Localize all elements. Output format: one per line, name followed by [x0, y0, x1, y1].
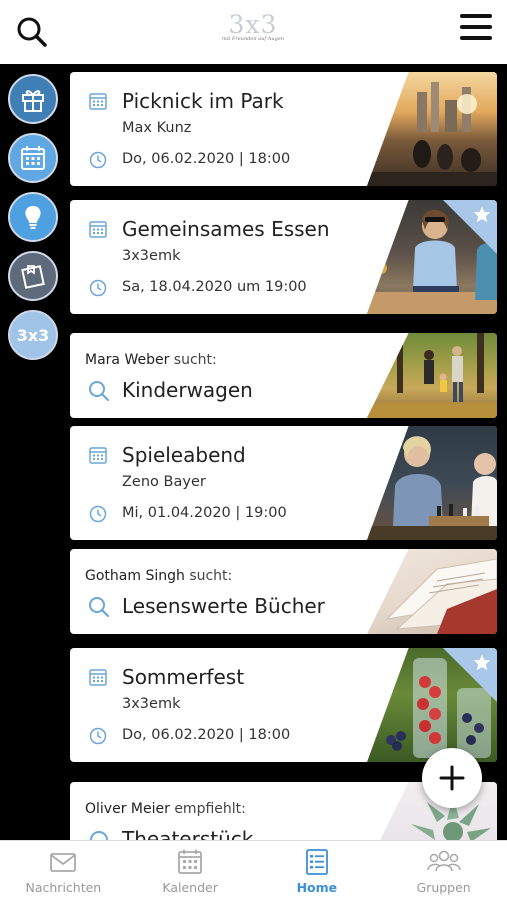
request-author-line: Gotham Singh sucht: — [85, 568, 232, 584]
request-author[interactable]: Mara Weber — [85, 352, 169, 368]
request-author[interactable]: Gotham Singh — [85, 568, 185, 584]
side-nav-notes[interactable] — [8, 251, 58, 301]
event-organizer: 3x3emk — [122, 248, 181, 264]
tab-home[interactable]: Home — [254, 841, 381, 900]
request-author[interactable]: Oliver Meier — [85, 801, 170, 817]
event-card-sommerfest[interactable]: Sommerfest 3x3emk Do, 06.02.2020 | 18:00 — [70, 648, 497, 762]
side-nav-3x3-label: 3x3 — [16, 325, 50, 345]
lightbulb-icon — [25, 206, 41, 229]
event-date: Do, 06.02.2020 | 18:00 — [122, 727, 291, 743]
calendar-icon — [89, 669, 107, 686]
event-title: Picknick im Park — [122, 89, 284, 113]
clock-icon — [89, 279, 107, 297]
request-verb: sucht: — [189, 568, 233, 584]
request-author-line: Oliver Meier empfiehlt: — [85, 801, 246, 817]
event-title: Gemeinsames Essen — [122, 217, 330, 241]
menu-bar — [460, 14, 492, 18]
event-organizer: 3x3emk — [122, 696, 181, 712]
search-icon — [89, 597, 110, 618]
tab-kalender[interactable]: Kalender — [127, 841, 254, 900]
bottom-tab-bar: Nachrichten Kalender Home Gruppen — [0, 840, 507, 900]
group-icon — [426, 850, 461, 872]
plus-icon — [439, 765, 465, 791]
logo-text: 3x3 — [228, 10, 278, 39]
gift-icon — [22, 90, 44, 112]
list-icon — [305, 849, 328, 875]
event-photo-chess — [367, 426, 497, 540]
clock-icon — [89, 727, 107, 745]
menu-bar — [460, 25, 492, 29]
recommend-icon — [90, 831, 108, 840]
request-item: Lesenswerte Bücher — [122, 594, 325, 618]
event-date: Sa, 18.04.2020 um 19:00 — [122, 279, 307, 295]
event-date: Mi, 01.04.2020 | 19:00 — [122, 505, 287, 521]
event-photo-park — [367, 72, 497, 186]
book-pages-scene — [385, 558, 497, 634]
add-button[interactable] — [422, 748, 482, 808]
home-feed[interactable]: Picknick im Park Max Kunz Do, 06.02.2020… — [70, 64, 498, 840]
menu-bar — [460, 36, 492, 40]
tab-label: Gruppen — [416, 880, 471, 895]
side-nav-ideas[interactable] — [8, 192, 58, 242]
side-nav-3x3[interactable]: 3x3 — [8, 310, 58, 360]
tab-label: Home — [296, 880, 338, 895]
family-walk-scene — [367, 333, 497, 418]
tab-label: Nachrichten — [25, 880, 102, 895]
envelope-icon — [50, 853, 77, 872]
event-card-picknick[interactable]: Picknick im Park Max Kunz Do, 06.02.2020… — [70, 72, 497, 186]
event-title: Spieleabend — [122, 443, 246, 467]
search-button[interactable] — [14, 14, 50, 50]
calendar-icon — [178, 849, 203, 874]
park-scene — [367, 82, 497, 186]
event-card-spieleabend[interactable]: Spieleabend Zeno Bayer Mi, 01.04.2020 | … — [70, 426, 497, 540]
event-organizer: Max Kunz — [122, 120, 192, 136]
search-icon — [17, 17, 47, 47]
calendar-icon — [21, 146, 45, 170]
request-photo-book — [367, 549, 497, 634]
tab-nachrichten[interactable]: Nachrichten — [0, 841, 127, 900]
clock-icon — [89, 505, 107, 523]
request-author-line: Mara Weber sucht: — [85, 352, 217, 368]
tab-gruppen[interactable]: Gruppen — [380, 841, 507, 900]
app-logo: 3x3 mit Freunden auf Augen — [222, 12, 284, 52]
request-item: Kinderwagen — [122, 378, 253, 402]
event-title: Sommerfest — [122, 665, 245, 689]
request-verb: empfiehlt: — [174, 801, 246, 817]
note-icon — [21, 265, 45, 289]
clock-icon — [89, 151, 107, 169]
calendar-icon — [89, 447, 107, 464]
search-icon — [89, 381, 110, 402]
calendar-icon — [89, 93, 107, 110]
calendar-icon — [89, 221, 107, 238]
star-icon — [473, 206, 491, 223]
request-item: Theaterstück — [122, 827, 254, 840]
request-card-kinderwagen[interactable]: Mara Weber sucht: Kinderwagen — [70, 333, 497, 418]
event-date: Do, 06.02.2020 | 18:00 — [122, 151, 291, 167]
logo-tagline: mit Freunden auf Augen — [222, 36, 285, 42]
tab-label: Kalender — [162, 880, 218, 895]
chess-scene — [367, 436, 497, 540]
hamburger-menu-button[interactable] — [460, 14, 492, 42]
star-icon — [473, 654, 491, 671]
request-card-buecher[interactable]: Gotham Singh sucht: Lesenswerte Bücher — [70, 549, 497, 634]
event-organizer: Zeno Bayer — [122, 474, 206, 490]
request-verb: sucht: — [173, 352, 217, 368]
side-nav-gifts[interactable] — [8, 74, 58, 124]
side-nav-calendar[interactable] — [8, 133, 58, 183]
event-card-gemeinsames-essen[interactable]: Gemeinsames Essen 3x3emk Sa, 18.04.2020 … — [70, 200, 497, 314]
app-header: 3x3 mit Freunden auf Augen — [0, 0, 507, 64]
request-photo-family — [367, 333, 497, 418]
